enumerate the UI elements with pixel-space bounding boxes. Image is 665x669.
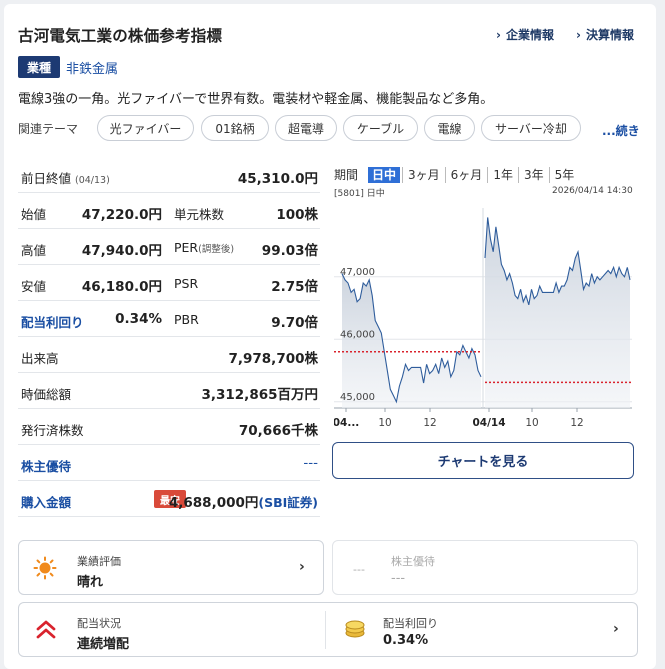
low-label: 安値 [21,279,47,294]
metric-row-open-unit: 始値 47,220.0円 単元株数 100株 [18,193,320,229]
period-tab-3y[interactable]: 3年 [517,167,549,183]
psr-value: 2.75倍 [271,279,318,295]
x-tick-label: 12 [570,417,583,429]
stock-indicators-card: 古河電気工業の株価参考指標 › 企業情報 › 決算情報 業種 非鉄金属 電線3強の一… [4,4,656,669]
x-tick-label: 04/14 [472,417,505,429]
metric-row-prev-close: 前日終値 (04/13) 45,310.0円 [18,157,320,193]
per-sub-label: (調整後) [198,244,235,255]
theme-pill[interactable]: サーバー冷却 [481,115,581,141]
dividend-tile[interactable]: 配当状況 連続増配 配当利回り 0.34% › [18,602,638,657]
shareholder-benefit-value: --- [303,455,318,471]
period-tab-1y[interactable]: 1年 [487,167,518,183]
dividend-yield-tile-value: 0.34% [383,633,429,648]
benefit-placeholder-icon: --- [353,563,365,576]
prev-close-label: 前日終値 [21,171,72,186]
benefit-value: --- [391,571,406,586]
dividend-yield-tile-label: 配当利回り [383,617,438,630]
view-chart-button[interactable]: チャートを見る [332,442,634,479]
themes-more-link[interactable]: ...続き [602,122,640,139]
benefit-label: 株主優待 [391,555,435,568]
pbr-value: 9.70倍 [271,315,318,331]
unit-label: 単元株数 [174,207,225,222]
period-tab-3m[interactable]: 3ヶ月 [402,167,445,183]
sector-link[interactable]: 非鉄金属 [66,58,118,77]
double-chevron-up-icon [36,620,56,639]
market-cap-value: 3,312,865百万円 [201,387,318,403]
period-tab-6m[interactable]: 6ヶ月 [444,167,488,183]
metric-row-benefit: 株主優待 --- [18,445,320,481]
shareholder-benefit-tile: --- 株主優待 --- [332,540,638,595]
theme-pill[interactable]: 光ファイバー [97,115,194,141]
high-label: 高値 [21,243,47,258]
chart-timestamp: 2026/04/14 14:30 [552,186,633,196]
coin-icon [345,620,365,638]
period-label: 期間 [334,168,359,182]
dividend-status-value: 連続増配 [77,637,130,652]
purchase-amount-link[interactable]: 購入金額 [21,492,71,511]
pbr-label: PBR [174,312,199,327]
theme-pill[interactable]: 超電導 [275,115,337,141]
metric-row-shares: 発行済株数 70,666千株 [18,409,320,445]
open-label: 始値 [21,207,47,222]
sector-badge: 業種 [18,56,60,78]
dividend-yield-link[interactable]: 配当利回り [21,312,84,331]
prev-close-date: (04/13) [75,175,110,186]
intraday-price-chart: 47,000 46,000 45,000 04... 10 12 04/14 10 12 [334,200,632,430]
rating-label: 業績評価 [77,555,121,568]
per-label: PER [174,240,199,255]
volume-value: 7,978,700株 [228,351,318,367]
earnings-info-link[interactable]: › 決算情報 [576,26,634,43]
x-tick-label: 12 [423,417,436,429]
performance-rating-tile[interactable]: 業績評価 晴れ › [18,540,324,595]
metric-row-purchase: 購入金額 最安 4,688,000円(SBI証券) [18,481,320,517]
chart-period-selector: 期間 日中 3ヶ月 6ヶ月 1年 3年 5年 [334,165,579,185]
prev-close-value: 45,310.0円 [237,171,318,187]
shares-value: 70,666千株 [238,423,318,439]
unit-value: 100株 [276,207,318,223]
broker-link[interactable]: (SBI証券) [258,495,318,510]
theme-pill[interactable]: 01銘柄 [201,115,269,141]
market-cap-label: 時価総額 [21,387,72,402]
tile-divider [325,611,326,649]
open-value: 47,220.0円 [81,207,162,223]
y-tick-label: 45,000 [340,392,375,403]
sun-icon [33,556,57,580]
per-value: 99.03倍 [261,243,318,259]
chevron-right-icon: › [299,559,305,575]
period-tab-intraday[interactable]: 日中 [368,167,401,183]
metric-row-yield-pbr: 配当利回り 0.34% PBR 9.70倍 [18,301,320,337]
dividend-yield-value: 0.34% [115,311,162,327]
theme-pill[interactable]: ケーブル [343,115,418,141]
low-value: 46,180.0円 [81,279,162,295]
x-tick-label: 10 [378,417,391,429]
company-description: 電線3強の一角。光ファイバーで世界有数。電装材や軽金属、機能製品など多角。 [18,92,494,107]
chevron-right-icon: › [496,28,501,42]
chart-code: [5801] 日中 [334,189,385,199]
x-tick-label: 04... [334,417,359,429]
psr-label: PSR [174,276,199,291]
metric-row-low-psr: 安値 46,180.0円 PSR 2.75倍 [18,265,320,301]
chevron-right-icon: › [613,621,619,637]
volume-label: 出来高 [21,351,59,366]
metric-row-volume: 出来高 7,978,700株 [18,337,320,373]
purchase-amount-value: 4,688,000円 [168,495,259,511]
high-value: 47,940.0円 [81,243,162,259]
x-tick-label: 10 [525,417,538,429]
company-info-link[interactable]: › 企業情報 [496,26,554,43]
shares-label: 発行済株数 [21,423,84,438]
rating-value: 晴れ [77,575,104,590]
theme-pill[interactable]: 電線 [424,115,475,141]
period-tab-5y[interactable]: 5年 [548,167,580,183]
shareholder-benefit-link[interactable]: 株主優待 [21,456,71,475]
themes-label: 関連テーマ [18,122,79,136]
dividend-status-label: 配当状況 [77,617,121,630]
chevron-right-icon: › [576,28,581,42]
metric-row-market-cap: 時価総額 3,312,865百万円 [18,373,320,409]
y-tick-label: 47,000 [340,267,375,278]
page-title: 古河電気工業の株価参考指標 [18,27,223,45]
metric-row-high-per: 高値 47,940.0円 PER(調整後) 99.03倍 [18,229,320,265]
y-tick-label: 46,000 [340,329,375,340]
